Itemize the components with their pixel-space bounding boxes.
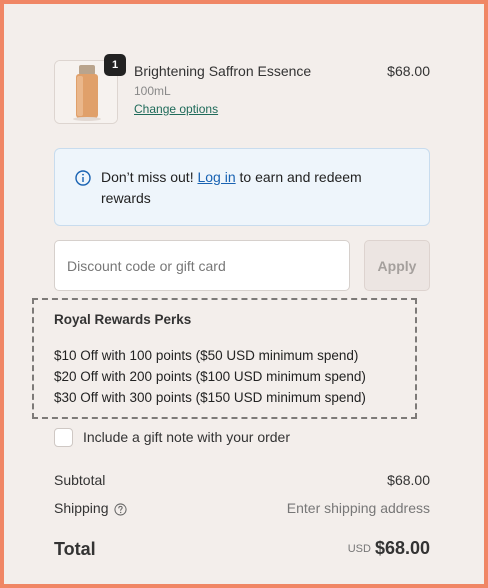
login-link[interactable]: Log in	[197, 169, 235, 185]
total-value: USD $68.00	[348, 538, 430, 559]
product-price: $68.00	[387, 63, 430, 79]
rewards-perks-box: Royal Rewards Perks $10 Off with 100 poi…	[32, 298, 417, 419]
gift-note-label[interactable]: Include a gift note with your order	[83, 429, 290, 445]
subtotal-label: Subtotal	[54, 472, 106, 488]
help-icon[interactable]	[113, 503, 127, 516]
perk-item: $30 Off with 300 points ($150 USD minimu…	[54, 390, 366, 405]
perk-item: $20 Off with 200 points ($100 USD minimu…	[54, 369, 366, 384]
shipping-row: Shipping	[54, 500, 127, 516]
product-name: Brightening Saffron Essence	[134, 63, 312, 79]
total-amount: $68.00	[374, 538, 430, 558]
shipping-value: Enter shipping address	[286, 500, 430, 516]
banner-text-before: Don’t miss out!	[101, 169, 194, 185]
product-variant: 100mL	[134, 84, 171, 98]
subtotal-value: $68.00	[387, 472, 430, 488]
discount-code-input[interactable]	[54, 240, 350, 291]
quantity-badge: 1	[104, 54, 126, 76]
login-banner: Don’t miss out! Log in to earn and redee…	[54, 148, 430, 226]
shipping-label: Shipping	[54, 500, 109, 516]
apply-button[interactable]: Apply	[364, 240, 430, 291]
gift-note-checkbox[interactable]	[54, 428, 73, 447]
total-currency: USD	[347, 543, 371, 555]
info-icon	[75, 170, 91, 186]
line-item: 1 Brightening Saffron Essence 100mL Chan…	[54, 54, 430, 124]
perks-title: Royal Rewards Perks	[54, 312, 192, 327]
perk-item: $10 Off with 100 points ($50 USD minimum…	[54, 348, 359, 363]
total-label: Total	[54, 539, 96, 559]
banner-message: Don’t miss out! Log in to earn and redee…	[101, 167, 409, 209]
perks-list: $10 Off with 100 points ($50 USD minimum…	[54, 345, 366, 408]
change-options-link[interactable]: Change options	[134, 102, 218, 116]
